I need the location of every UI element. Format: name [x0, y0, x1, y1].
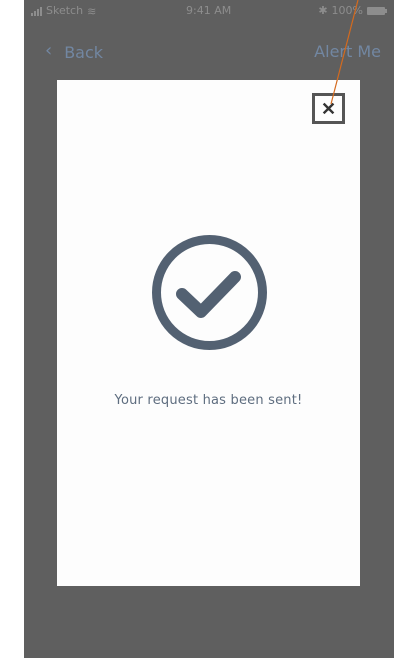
status-left: Sketch ≋: [31, 0, 96, 22]
close-icon: ✕: [320, 98, 337, 119]
status-right: ✱ 100%: [318, 0, 387, 22]
close-button[interactable]: ✕: [312, 93, 345, 124]
wifi-icon: ≋: [87, 4, 97, 18]
carrier-label: Sketch: [46, 4, 84, 17]
back-button[interactable]: ‹ Back: [45, 38, 103, 66]
check-mark: [176, 271, 241, 318]
status-bar: Sketch ≋ 9:41 AM ✱ 100%: [24, 0, 394, 22]
battery-percent: 100%: [331, 4, 363, 17]
signal-icon: [31, 6, 42, 16]
success-modal: ✕ Your request has been sent!: [57, 80, 360, 586]
chevron-left-icon: ‹: [45, 40, 53, 61]
check-circle-outline: [152, 235, 267, 350]
bluetooth-icon: ✱: [318, 4, 328, 17]
alert-me-button[interactable]: Alert Me: [314, 38, 381, 66]
battery-icon: [367, 7, 387, 15]
screen: Sketch ≋ 9:41 AM ✱ 100% ‹ Back Alert Me …: [0, 0, 401, 658]
check-circle-icon: [152, 235, 267, 350]
navigation-bar: ‹ Back Alert Me: [24, 38, 394, 66]
status-time: 9:41 AM: [186, 4, 232, 17]
back-label: Back: [64, 42, 104, 62]
success-message: Your request has been sent!: [114, 393, 303, 408]
